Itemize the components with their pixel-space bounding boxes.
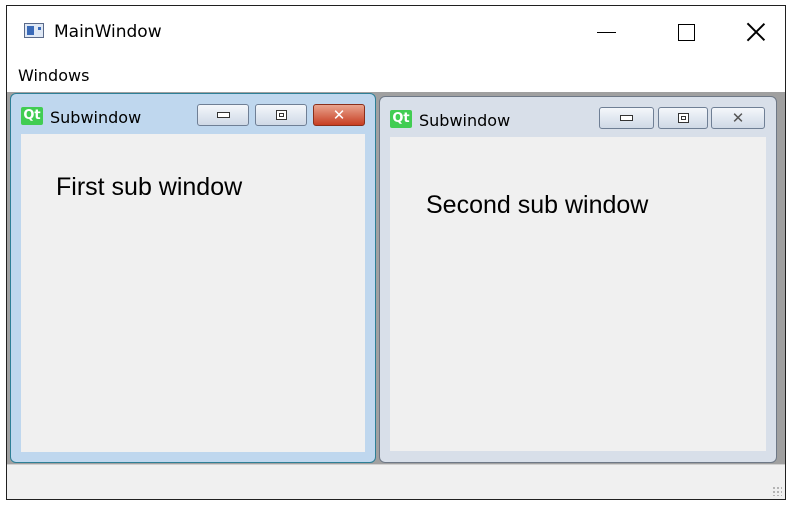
- subwindow-second[interactable]: Qt Subwindow ✕ Second sub window: [379, 96, 777, 463]
- restore-icon: [677, 113, 689, 123]
- subwindow-title: Subwindow: [419, 111, 511, 130]
- close-icon: ✕: [332, 105, 346, 124]
- subwindow-title-bar[interactable]: Qt Subwindow ✕: [380, 97, 776, 137]
- subwindow-restore-button[interactable]: [658, 107, 708, 129]
- subwindow-close-button[interactable]: ✕: [711, 107, 765, 129]
- status-bar: [7, 464, 785, 499]
- menu-item-windows[interactable]: Windows: [18, 66, 89, 85]
- subwindow-title: Subwindow: [50, 108, 142, 127]
- restore-icon: [275, 110, 287, 120]
- maximize-button[interactable]: [657, 6, 715, 58]
- app-window-icon[interactable]: [24, 23, 44, 38]
- minimize-icon: [620, 115, 633, 121]
- window-title: MainWindow: [54, 22, 162, 42]
- mdi-area: Qt Subwindow ✕ First sub window Qt Subwi…: [7, 92, 785, 464]
- subwindow-restore-button[interactable]: [255, 104, 307, 126]
- size-grip-icon[interactable]: [772, 486, 782, 496]
- subwindow-label: Second sub window: [426, 191, 649, 219]
- close-icon: [746, 22, 766, 42]
- title-bar[interactable]: MainWindow: [7, 6, 785, 58]
- minimize-icon: [216, 112, 230, 118]
- subwindow-label: First sub window: [56, 173, 243, 201]
- close-button[interactable]: [727, 6, 785, 58]
- qt-logo-icon: Qt: [390, 110, 412, 128]
- subwindow-title-bar[interactable]: Qt Subwindow ✕: [11, 94, 375, 134]
- qt-logo-icon: Qt: [21, 107, 43, 125]
- menu-bar: Windows: [7, 58, 785, 92]
- subwindow-minimize-button[interactable]: [599, 107, 654, 129]
- maximize-icon: [677, 23, 695, 41]
- subwindow-content: First sub window: [21, 134, 365, 452]
- minimize-button[interactable]: [577, 6, 635, 58]
- subwindow-minimize-button[interactable]: [197, 104, 249, 126]
- subwindow-close-button[interactable]: ✕: [313, 104, 365, 126]
- close-icon: ✕: [731, 108, 745, 127]
- main-window: MainWindow Windows Qt Subwindow ✕ First …: [6, 5, 786, 500]
- subwindow-content: Second sub window: [390, 137, 766, 451]
- minimize-icon: [596, 31, 616, 33]
- subwindow-first[interactable]: Qt Subwindow ✕ First sub window: [10, 93, 376, 463]
